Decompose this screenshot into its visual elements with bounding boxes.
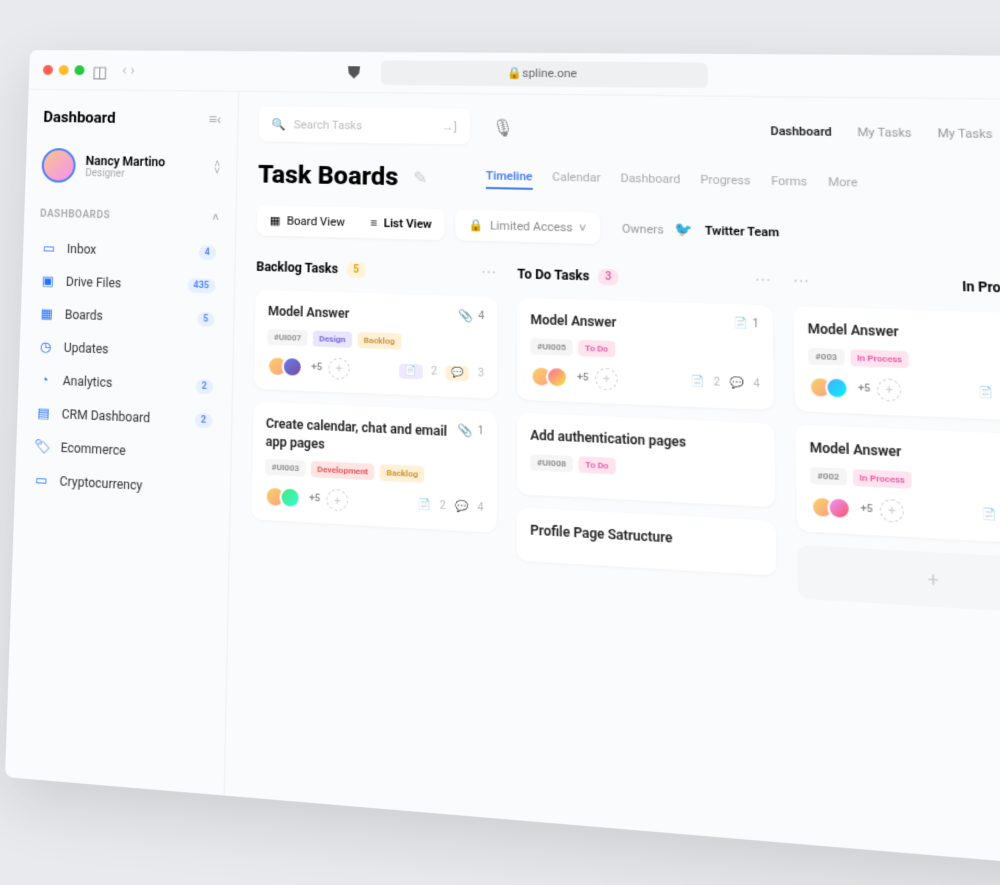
column-menu-icon[interactable]: ⋯ — [755, 272, 773, 290]
task-card[interactable]: Model Answer📄1 #003In Process +5+📄2💬4 — [793, 306, 1000, 422]
file-icon: 📄 — [399, 363, 422, 379]
main-content: 🔍Search Tasks→] 🎙 Dashboard My Tasks My … — [225, 92, 1000, 885]
twitter-icon: 🐦 — [675, 222, 693, 239]
list-view-button[interactable]: ≡List View — [358, 207, 445, 240]
task-card[interactable]: Model Answer📎4 #UI007DesignBacklog +5+📄2… — [254, 290, 498, 399]
sidebar-section-header[interactable]: DASHBOARDS˄ — [40, 209, 219, 224]
add-member-icon[interactable]: + — [326, 489, 348, 512]
tab-timeline[interactable]: Timeline — [486, 168, 533, 189]
file-icon: 📄 — [978, 387, 993, 400]
chevron-up-icon: ˄ — [212, 212, 219, 224]
task-card[interactable]: Add authentication pages #UI008To Do — [517, 412, 776, 506]
nav-mytasks[interactable]: My Tasks — [857, 125, 911, 140]
page-title: Task Boards — [258, 160, 399, 192]
search-input[interactable]: 🔍Search Tasks→] — [259, 106, 470, 144]
task-card[interactable]: Model Answer📄1 #002In Process +5+📄2💬4 — [795, 424, 1000, 545]
column-todo: To Do Tasks3⋯ Model Answer📄1 #UI005To Do… — [517, 265, 777, 597]
collapse-icon[interactable]: ≡‹ — [208, 110, 221, 128]
avatar — [41, 148, 76, 183]
crm-icon: ▤ — [35, 405, 52, 422]
comment-icon: 💬 — [729, 378, 744, 391]
access-dropdown[interactable]: 🔒Limited Access˅ — [455, 210, 599, 244]
tab-progress[interactable]: Progress — [700, 172, 750, 194]
add-member-icon[interactable]: + — [877, 378, 901, 402]
kanban-board: Backlog Tasks5⋯ Model Answer📎4 #UI007Des… — [251, 258, 1000, 625]
column-process: ⋯In Process2 Model Answer📄1 #003In Proce… — [793, 273, 1000, 615]
user-role: Designer — [85, 167, 165, 180]
clock-icon: ◷ — [37, 338, 54, 355]
chevron-updown-icon[interactable]: ˄˅ — [214, 161, 220, 175]
list-icon: ≡ — [370, 216, 377, 230]
task-card[interactable]: Profile Page Satructure — [517, 507, 777, 576]
tab-forms[interactable]: Forms — [771, 173, 807, 194]
top-nav: Dashboard My Tasks My Tasks Reporting Po… — [770, 124, 1000, 144]
shield-icon[interactable]: ⛊ — [348, 62, 361, 83]
owners-label: Owners — [622, 222, 664, 237]
add-member-icon[interactable]: + — [880, 498, 905, 522]
sidebar-toggle-icon[interactable]: ◫ — [92, 62, 108, 78]
card-icon: ▭ — [33, 472, 50, 490]
attachment-icon: 📎 — [458, 423, 473, 438]
comment-icon: 💬 — [455, 501, 469, 514]
column-backlog: Backlog Tasks5⋯ Model Answer📎4 #UI007Des… — [251, 258, 498, 580]
tabs: Timeline Calendar Dashboard Progress For… — [486, 168, 858, 195]
file-icon: 📄 — [417, 499, 431, 512]
sidebar-item-inbox[interactable]: ▭Inbox4 — [39, 232, 219, 270]
user-profile[interactable]: Nancy Martino Designer ˄˅ — [41, 148, 220, 186]
task-card[interactable]: Create calendar, chat and email app page… — [251, 401, 497, 533]
user-name: Nancy Martino — [85, 153, 165, 169]
column-menu-icon[interactable]: ⋯ — [793, 273, 811, 291]
traffic-lights[interactable] — [43, 64, 85, 74]
lock-icon: 🔒 — [469, 218, 484, 232]
sidebar: Dashboard ≡‹ Nancy Martino Designer ˄˅ D… — [5, 90, 239, 796]
boards-icon: ▦ — [39, 305, 56, 322]
sidebar-title: Dashboard — [43, 108, 116, 127]
column-menu-icon[interactable]: ⋯ — [481, 264, 497, 282]
nav-mytasks2[interactable]: My Tasks — [937, 126, 992, 141]
task-card[interactable]: Model Answer📄1 #UI005To Do +5+📄2💬4 — [517, 298, 774, 410]
chevron-down-icon: ˅ — [579, 221, 586, 235]
board-view-button[interactable]: ▦Board View — [257, 205, 358, 238]
tag-icon: 🏷 — [34, 438, 51, 456]
file-icon: 📄 — [981, 509, 997, 523]
nav-dashboard[interactable]: Dashboard — [770, 124, 832, 139]
tab-dashboard[interactable]: Dashboard — [620, 171, 680, 193]
tab-more[interactable]: More — [828, 174, 858, 195]
back-icon[interactable]: ‹ — [122, 62, 127, 78]
inbox-icon: ▭ — [41, 240, 57, 257]
drive-icon: ▣ — [40, 273, 56, 290]
attachment-icon: 📄 — [733, 318, 748, 331]
add-member-icon[interactable]: + — [328, 357, 350, 379]
mic-icon[interactable]: 🎙 — [491, 117, 513, 137]
enter-icon: →] — [442, 119, 457, 133]
team-name: Twitter Team — [705, 224, 780, 240]
edit-icon[interactable]: ✎ — [413, 167, 428, 187]
file-icon: 📄 — [690, 376, 704, 389]
url-bar[interactable]: 🔒 spline.one — [381, 60, 708, 88]
forward-icon[interactable]: › — [130, 62, 135, 78]
attachment-icon: 📎 — [459, 309, 474, 323]
tab-calendar[interactable]: Calendar — [552, 170, 600, 191]
search-icon: 🔍 — [271, 117, 285, 131]
analytics-icon: ◔ — [36, 371, 53, 388]
comment-icon: 💬 — [446, 365, 469, 381]
add-member-icon[interactable]: + — [595, 367, 618, 390]
grid-icon: ▦ — [270, 214, 281, 228]
add-card-button[interactable]: + — [797, 544, 1000, 614]
